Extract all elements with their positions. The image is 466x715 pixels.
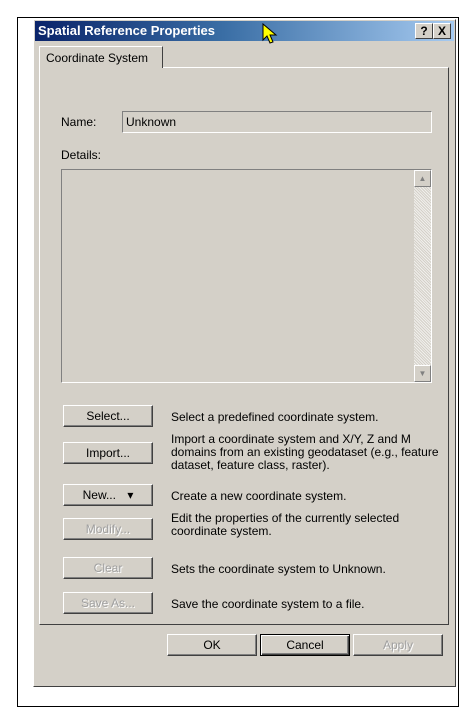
modify-button[interactable]: Modify...: [63, 518, 153, 540]
scroll-up-icon[interactable]: ▲: [414, 170, 431, 187]
details-label: Details:: [61, 148, 102, 162]
clear-button[interactable]: Clear: [63, 557, 153, 579]
select-button[interactable]: Select...: [63, 405, 153, 427]
help-button[interactable]: ?: [415, 23, 433, 39]
tab-label: Coordinate System: [46, 51, 149, 65]
cancel-button[interactable]: Cancel: [260, 634, 350, 656]
save-as-button[interactable]: Save As...: [63, 592, 153, 614]
title-bar[interactable]: Spatial Reference Properties ? X: [35, 21, 454, 41]
ok-button[interactable]: OK: [167, 634, 257, 656]
name-field: Unknown: [122, 111, 432, 133]
mouse-pointer-icon: [262, 23, 278, 44]
tab-coordinate-system[interactable]: Coordinate System: [39, 46, 163, 68]
save-as-description: Save the coordinate system to a file.: [171, 597, 365, 611]
details-scrollbar[interactable]: ▲ ▼: [414, 170, 431, 382]
import-button[interactable]: Import...: [63, 442, 153, 464]
name-label: Name:: [61, 115, 97, 129]
scroll-down-icon[interactable]: ▼: [414, 365, 431, 382]
new-button[interactable]: New... ▾: [63, 484, 153, 506]
new-description: Create a new coordinate system.: [171, 489, 347, 503]
modify-description: Edit the properties of the currently sel…: [171, 511, 400, 538]
dialog-title: Spatial Reference Properties: [38, 23, 216, 38]
select-description: Select a predefined coordinate system.: [171, 410, 379, 424]
spatial-reference-dialog: Spatial Reference Properties ? X Coordin…: [33, 19, 456, 687]
apply-button[interactable]: Apply: [353, 634, 443, 656]
dropdown-arrow-icon: ▾: [127, 488, 134, 502]
close-button[interactable]: X: [433, 23, 451, 39]
new-button-label: New...: [82, 488, 116, 502]
details-textbox[interactable]: ▲ ▼: [61, 169, 432, 383]
clear-description: Sets the coordinate system to Unknown.: [171, 562, 386, 576]
import-description: Import a coordinate system and X/Y, Z an…: [171, 432, 439, 472]
